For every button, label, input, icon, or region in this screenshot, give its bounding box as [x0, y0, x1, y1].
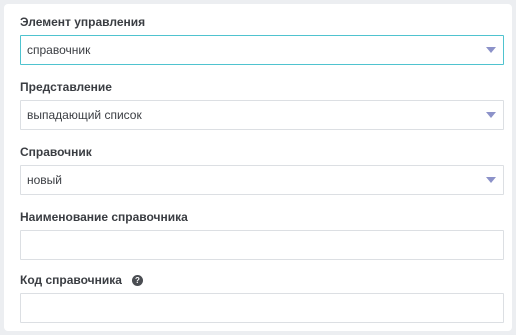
directory-label: Справочник: [20, 145, 92, 159]
directory-label-row: Справочник: [20, 142, 504, 162]
directory-value: новый: [27, 173, 63, 187]
control-type-value: справочник: [27, 43, 91, 57]
representation-field: Представление выпадающий список: [20, 77, 504, 130]
representation-label: Представление: [20, 80, 112, 94]
directory-code-label-row: Код справочника ?: [20, 270, 504, 290]
directory-code-input[interactable]: [20, 293, 504, 323]
representation-label-row: Представление: [20, 77, 504, 97]
representation-value: выпадающий список: [27, 108, 142, 122]
directory-name-label: Наименование справочника: [20, 210, 188, 224]
control-type-label: Элемент управления: [20, 15, 146, 29]
chevron-down-icon[interactable]: [486, 47, 496, 53]
directory-field: Справочник новый: [20, 142, 504, 195]
settings-panel: Элемент управления справочник Представле…: [4, 4, 512, 331]
chevron-down-icon[interactable]: [486, 112, 496, 118]
directory-name-field: Наименование справочника: [20, 207, 504, 260]
directory-code-label: Код справочника: [20, 273, 122, 287]
control-type-field: Элемент управления справочник: [20, 12, 504, 65]
directory-code-field: Код справочника ?: [20, 270, 504, 323]
control-type-select[interactable]: справочник: [20, 35, 504, 65]
representation-select[interactable]: выпадающий список: [20, 100, 504, 130]
directory-name-label-row: Наименование справочника: [20, 207, 504, 227]
question-circle-icon[interactable]: ?: [131, 274, 143, 286]
directory-name-input[interactable]: [20, 230, 504, 260]
chevron-down-icon[interactable]: [486, 177, 496, 183]
directory-select[interactable]: новый: [20, 165, 504, 195]
control-type-label-row: Элемент управления: [20, 12, 504, 32]
